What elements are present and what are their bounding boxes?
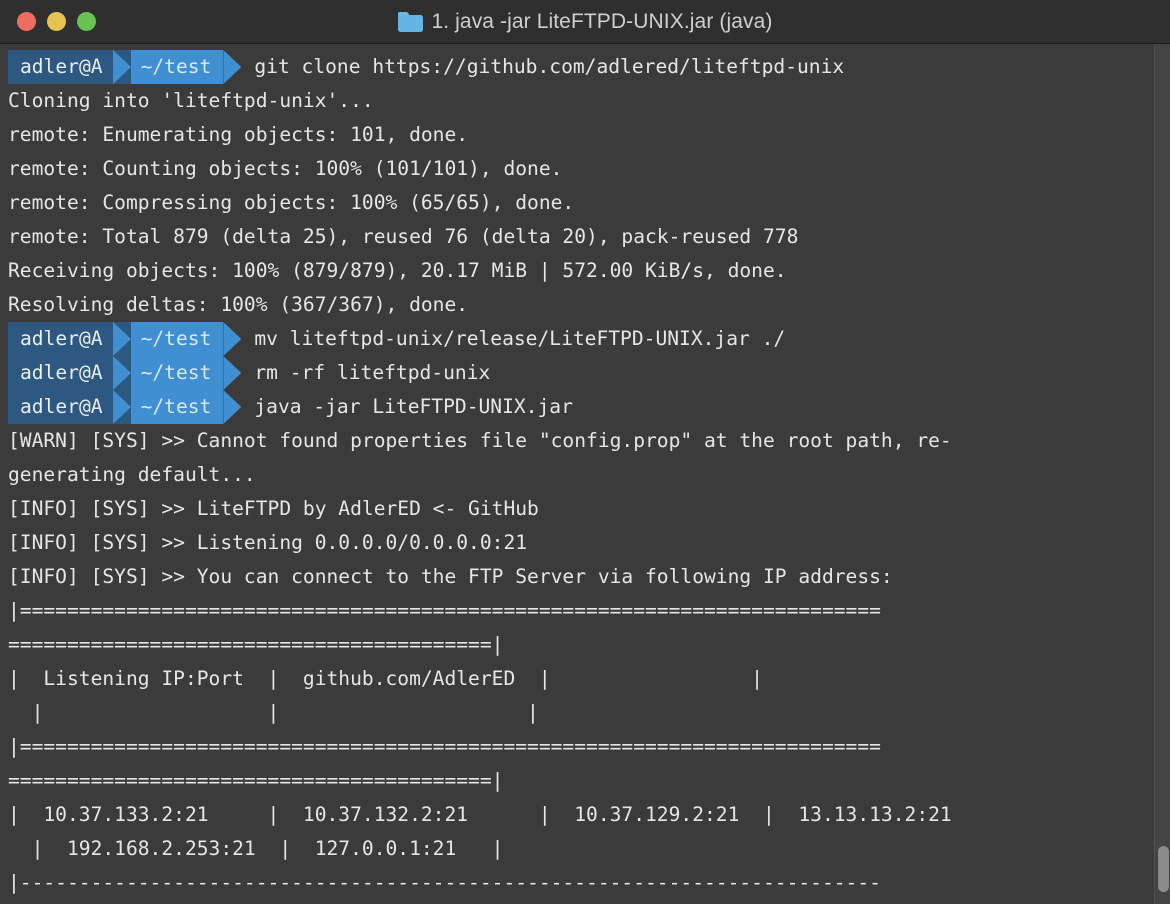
terminal-output-line: remote: Counting objects: 100% (101/101)… bbox=[8, 157, 563, 180]
terminal-output-line: remote: Enumerating objects: 101, done. bbox=[8, 123, 469, 146]
prompt-path-segment: ~/test bbox=[130, 50, 224, 84]
prompt-separator-icon bbox=[223, 50, 241, 84]
prompt-user-segment: adler@A bbox=[8, 356, 113, 390]
prompt-user-segment: adler@A bbox=[8, 50, 113, 84]
prompt-separator-icon bbox=[112, 390, 131, 424]
prompt-separator-icon bbox=[223, 356, 241, 390]
terminal-prompt-line: adler@A ~/test mv liteftpd-unix/release/Li… bbox=[8, 322, 1170, 356]
terminal-prompt-line: adler@A ~/test java -jar LiteFTPD-UNIX.jar bbox=[8, 390, 1170, 424]
terminal-content: adler@A ~/test git clone https://github.co… bbox=[0, 44, 1170, 900]
terminal-output-line: generating default... bbox=[8, 463, 256, 486]
vertical-scrollbar[interactable] bbox=[1154, 44, 1170, 904]
terminal-output-line: |=======================================… bbox=[8, 735, 881, 758]
terminal-output-line: remote: Total 879 (delta 25), reused 76 … bbox=[8, 225, 799, 248]
terminal-prompt-line: adler@A ~/test rm -rf liteftpd-unix bbox=[8, 356, 1170, 390]
terminal-window: 1. java -jar LiteFTPD-UNIX.jar (java) ad… bbox=[0, 0, 1170, 904]
close-button[interactable] bbox=[17, 12, 36, 31]
terminal-output-line: | Listening IP:Port | github.com/AdlerED… bbox=[8, 667, 763, 690]
terminal-output-line: | 10.37.133.2:21 | 10.37.132.2:21 | 10.3… bbox=[8, 803, 952, 826]
terminal-output-line: Cloning into 'liteftpd-unix'... bbox=[8, 89, 374, 112]
prompt-separator-icon bbox=[112, 322, 131, 356]
window-title: 1. java -jar LiteFTPD-UNIX.jar (java) bbox=[431, 9, 773, 33]
prompt-separator-icon bbox=[223, 390, 241, 424]
traffic-lights bbox=[0, 12, 96, 31]
prompt-user-segment: adler@A bbox=[8, 322, 113, 356]
folder-icon bbox=[397, 11, 423, 32]
terminal-output-line: [INFO] [SYS] >> Listening 0.0.0.0/0.0.0.… bbox=[8, 531, 528, 554]
terminal-command: mv liteftpd-unix/release/LiteFTPD-UNIX.j… bbox=[254, 327, 786, 350]
terminal-output-line: [WARN] [SYS] >> Cannot found properties … bbox=[8, 429, 952, 452]
terminal-output-line: Resolving deltas: 100% (367/367), done. bbox=[8, 293, 469, 316]
terminal-output-line: |=======================================… bbox=[8, 599, 881, 622]
terminal-output-line: | 192.168.2.253:21 | 127.0.0.1:21 | bbox=[8, 837, 504, 860]
terminal-output-line: ========================================… bbox=[8, 633, 504, 656]
prompt-path-segment: ~/test bbox=[130, 390, 224, 424]
terminal-output-area[interactable]: adler@A ~/test git clone https://github.co… bbox=[0, 44, 1170, 904]
prompt-path-segment: ~/test bbox=[130, 356, 224, 390]
terminal-output-line: ========================================… bbox=[8, 769, 504, 792]
scrollbar-thumb[interactable] bbox=[1158, 846, 1169, 892]
terminal-prompt-line: adler@A ~/test git clone https://github.co… bbox=[8, 50, 1170, 84]
terminal-command: java -jar LiteFTPD-UNIX.jar bbox=[254, 395, 573, 418]
zoom-button[interactable] bbox=[77, 12, 96, 31]
terminal-output-line: remote: Compressing objects: 100% (65/65… bbox=[8, 191, 575, 214]
terminal-output-line: Receiving objects: 100% (879/879), 20.17… bbox=[8, 259, 787, 282]
prompt-path-segment: ~/test bbox=[130, 322, 224, 356]
terminal-output-line: |---------------------------------------… bbox=[8, 871, 881, 894]
minimize-button[interactable] bbox=[47, 12, 66, 31]
terminal-output-line: [INFO] [SYS] >> LiteFTPD by AdlerED <- G… bbox=[8, 497, 539, 520]
terminal-command: git clone https://github.com/adlered/lit… bbox=[254, 55, 845, 78]
prompt-separator-icon bbox=[112, 50, 131, 84]
prompt-user-segment: adler@A bbox=[8, 390, 113, 424]
window-titlebar: 1. java -jar LiteFTPD-UNIX.jar (java) bbox=[0, 0, 1170, 44]
terminal-output-line: [INFO] [SYS] >> You can connect to the F… bbox=[8, 565, 893, 588]
terminal-output-line: | | | bbox=[8, 701, 539, 724]
window-title-group: 1. java -jar LiteFTPD-UNIX.jar (java) bbox=[0, 10, 1170, 34]
prompt-separator-icon bbox=[223, 322, 241, 356]
prompt-separator-icon bbox=[112, 356, 131, 390]
terminal-command: rm -rf liteftpd-unix bbox=[254, 361, 491, 384]
